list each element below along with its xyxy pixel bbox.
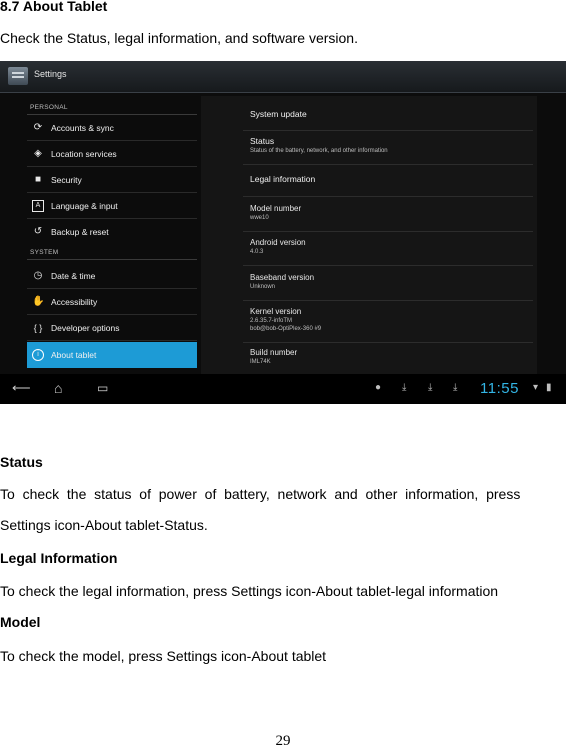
right-item-build: Build number IML74K	[250, 348, 297, 367]
recent-apps-icon[interactable]: ▭	[97, 380, 108, 396]
download-icon[interactable]: ⤓	[428, 382, 432, 393]
right-item-system-update[interactable]: System update	[250, 109, 307, 119]
legal-text: To check the legal information, press Se…	[0, 583, 499, 599]
right-item-title: Build number	[250, 348, 298, 357]
info-icon: i	[32, 349, 44, 361]
settings-right-pane: System update Status Status of the batte…	[201, 96, 537, 374]
left-item-label: Backup & reset	[51, 227, 109, 237]
right-item-title: Legal information	[250, 174, 316, 184]
intro-text: Check the Status, legal information, and…	[0, 30, 358, 46]
wifi-icon[interactable]: ▾	[533, 382, 538, 393]
left-item-accessibility[interactable]: ✋ Accessibility	[27, 289, 197, 315]
system-nav-bar: ⟵ ⌂ ▭ ● ⤓ ⤓ ⤓ 11:55 ▾ ▮	[0, 374, 566, 404]
left-item-label: Date & time	[51, 271, 96, 281]
settings-left-pane: PERSONAL ⟳ Accounts & sync ◈ Location se…	[27, 96, 197, 370]
left-item-label: About tablet	[51, 350, 97, 360]
right-item-title: Kernel version	[250, 307, 302, 316]
keyboard-icon: A	[32, 200, 44, 212]
legal-heading: Legal Information	[0, 550, 118, 566]
left-item-security[interactable]: ■ Security	[27, 167, 197, 193]
status-text-line2: Settings icon-About tablet-Status.	[0, 517, 208, 533]
right-item-title: Android version	[250, 238, 306, 247]
right-item-title: Status	[250, 136, 275, 146]
right-item-summary: Unknown	[250, 284, 276, 290]
section-personal: PERSONAL	[30, 104, 68, 111]
left-item-label: Security	[51, 175, 82, 185]
right-item-status[interactable]: Status Status of the battery, network, a…	[250, 136, 388, 156]
right-item-summary: wwe10	[250, 215, 269, 221]
right-item-summary: 4.0.3	[250, 249, 264, 255]
right-item-summary: Status of the battery, network, and othe…	[250, 148, 388, 154]
right-item-model: Model number wwe10	[250, 204, 301, 223]
right-item-legal[interactable]: Legal information	[250, 174, 315, 184]
left-item-label: Accessibility	[51, 297, 98, 307]
location-icon: ◈	[34, 148, 42, 159]
settings-icon[interactable]	[8, 67, 28, 85]
back-icon[interactable]: ⟵	[12, 380, 31, 396]
left-item-about-tablet[interactable]: i About tablet	[27, 342, 197, 368]
clock-icon: ◷	[33, 270, 43, 281]
lock-icon: ■	[34, 174, 42, 185]
download-icon[interactable]: ⤓	[402, 382, 406, 393]
page-number: 29	[275, 733, 291, 749]
home-icon[interactable]: ⌂	[54, 380, 62, 396]
model-text: To check the model, press Settings icon-…	[0, 648, 327, 664]
section-system: SYSTEM	[30, 249, 59, 256]
right-item-summary: IML74K	[250, 359, 271, 365]
right-item-summary: 2.6.35.7-infoTM	[250, 318, 293, 324]
left-item-date-time[interactable]: ◷ Date & time	[27, 263, 197, 289]
battery-icon[interactable]: ▮	[546, 382, 552, 393]
right-item-kernel: Kernel version 2.6.35.7-infoTM bob@bob-O…	[250, 307, 321, 333]
right-item-android-version: Android version 4.0.3	[250, 238, 306, 257]
left-item-label: Developer options	[51, 323, 120, 333]
model-heading: Model	[0, 614, 41, 630]
left-item-label: Accounts & sync	[51, 123, 114, 133]
backup-icon: ↺	[33, 226, 43, 237]
app-title: Settings	[34, 69, 67, 79]
sync-icon: ⟳	[33, 122, 43, 133]
status-text-line1: To check the status of power of battery,…	[0, 486, 521, 502]
right-item-summary: bob@bob-OptiPlex-360 #9	[250, 325, 322, 332]
status-heading: Status	[0, 454, 43, 470]
download-icon[interactable]: ⤓	[453, 382, 457, 393]
braces-icon: { }	[33, 323, 43, 333]
settings-screenshot: Settings PERSONAL ⟳ Accounts & sync ◈ Lo…	[0, 61, 566, 404]
left-item-accounts-sync[interactable]: ⟳ Accounts & sync	[27, 115, 197, 141]
left-item-label: Location services	[51, 149, 117, 159]
right-item-title: Model number	[250, 204, 302, 213]
left-item-language[interactable]: A Language & input	[27, 193, 197, 219]
right-item-title: Baseband version	[250, 273, 315, 282]
hand-icon: ✋	[32, 296, 45, 307]
status-clock[interactable]: 11:55	[480, 380, 519, 397]
right-item-title: System update	[250, 109, 307, 119]
left-item-developer[interactable]: { } Developer options	[27, 315, 197, 341]
left-item-location[interactable]: ◈ Location services	[27, 141, 197, 167]
section-heading: 8.7 About Tablet	[0, 0, 108, 14]
left-item-backup[interactable]: ↺ Backup & reset	[27, 219, 197, 245]
right-item-baseband: Baseband version Unknown	[250, 273, 314, 292]
notification-dot-icon[interactable]: ●	[375, 382, 381, 393]
action-bar: Settings	[0, 61, 566, 93]
left-item-label: Language & input	[51, 201, 118, 211]
section-divider	[27, 259, 197, 260]
